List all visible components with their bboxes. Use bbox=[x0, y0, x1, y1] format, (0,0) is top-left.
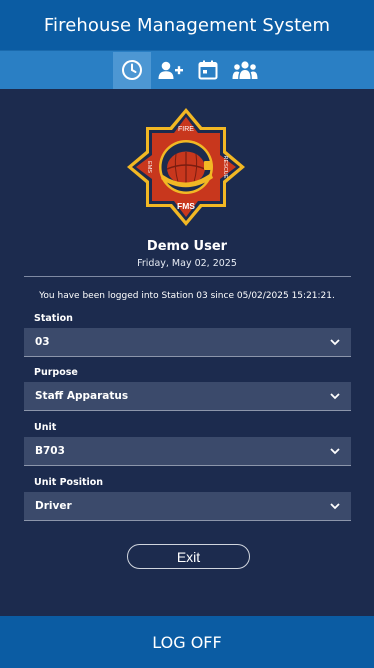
station-label: Station bbox=[34, 313, 73, 324]
login-message: You have been logged into Station 03 sin… bbox=[39, 291, 335, 301]
user-date: Friday, May 02, 2025 bbox=[137, 258, 237, 269]
unit-position-select[interactable]: Driver bbox=[24, 492, 351, 521]
user-name: Demo User bbox=[146, 239, 228, 254]
app-title: Firehouse Management System bbox=[43, 14, 331, 36]
unit-position-value: Driver bbox=[35, 500, 72, 512]
calendar-icon bbox=[198, 60, 218, 80]
station-select[interactable]: 03 bbox=[24, 328, 351, 357]
divider bbox=[24, 276, 351, 277]
purpose-value: Staff Apparatus bbox=[35, 390, 129, 402]
chevron-down-icon bbox=[330, 392, 340, 399]
tab-clock[interactable] bbox=[112, 51, 151, 89]
logo-right-text: RESCUE bbox=[222, 156, 228, 179]
unit-position-label: Unit Position bbox=[34, 477, 104, 488]
log-off-label: LOG OFF bbox=[152, 632, 222, 652]
tab-calendar[interactable] bbox=[192, 52, 225, 89]
logo-top-text: FIRE bbox=[178, 126, 194, 133]
chevron-down-icon bbox=[330, 502, 340, 509]
logo-bottom-text: FMS bbox=[177, 201, 195, 211]
unit-value: B703 bbox=[35, 445, 65, 457]
tab-bar bbox=[0, 50, 374, 89]
logo-left-text: EMS bbox=[146, 161, 152, 173]
unit-select[interactable]: B703 bbox=[24, 437, 351, 466]
chevron-down-icon bbox=[330, 447, 340, 454]
exit-button[interactable]: Exit bbox=[127, 544, 250, 569]
fms-logo: FIRE FMS EMS RESCUE bbox=[127, 108, 245, 226]
clock-icon bbox=[121, 60, 142, 80]
purpose-label: Purpose bbox=[34, 367, 78, 378]
log-off-button[interactable]: LOG OFF bbox=[0, 616, 374, 668]
purpose-select[interactable]: Staff Apparatus bbox=[24, 382, 351, 411]
tab-add-user[interactable] bbox=[155, 52, 188, 89]
app-header: Firehouse Management System bbox=[0, 0, 374, 50]
chevron-down-icon bbox=[330, 338, 340, 345]
unit-label: Unit bbox=[34, 422, 57, 433]
tab-group[interactable] bbox=[229, 52, 262, 89]
add-user-icon bbox=[158, 61, 183, 79]
station-value: 03 bbox=[35, 336, 50, 348]
group-icon bbox=[232, 61, 258, 79]
